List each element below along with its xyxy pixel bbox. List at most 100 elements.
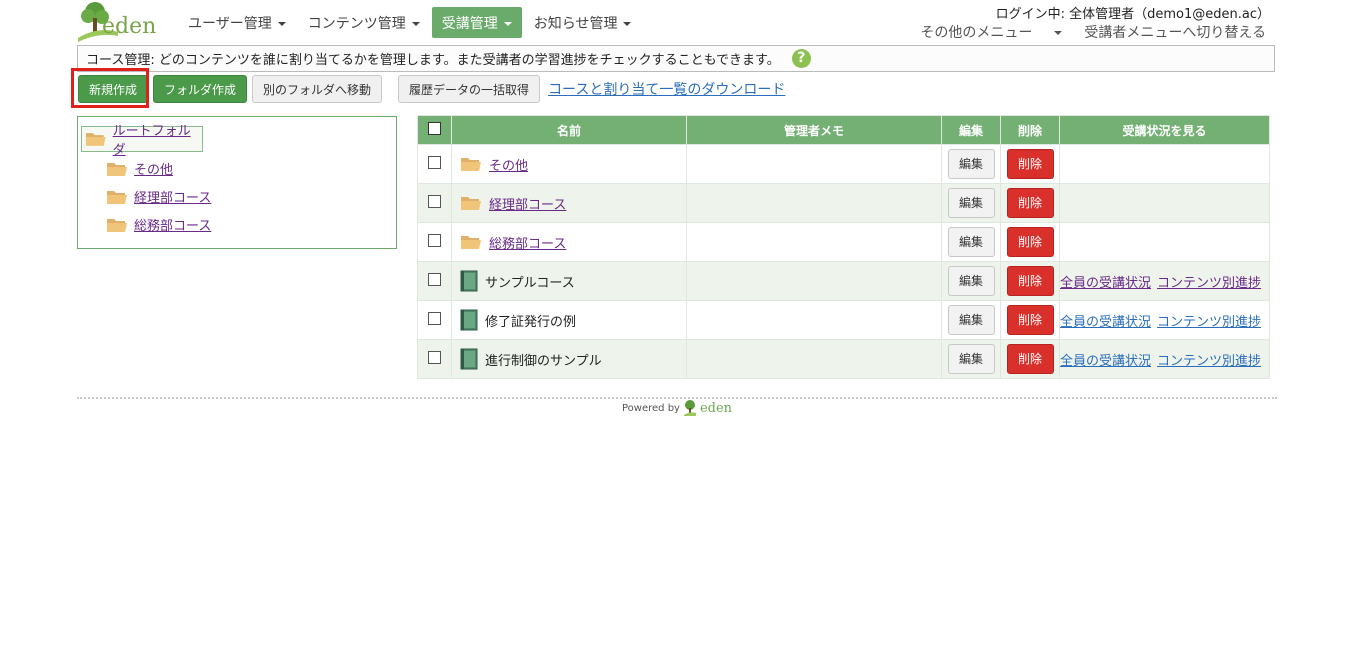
header-right-links: その他のメニュー 受講者メニューへ切り替える [876,22,1266,42]
row-checkbox[interactable] [428,194,441,208]
select-all-checkbox[interactable] [428,122,441,135]
table-header-row: 名前 管理者メモ 編集 削除 受講状況を見る [417,115,1270,145]
course-name: 進行制御のサンプル [485,353,602,369]
description-text: コース管理: どのコンテンツを誰に割り当てるかを管理します。また受講者の学習進捗… [86,53,780,68]
delete-button[interactable]: 削除 [1006,344,1054,374]
status-cell [1059,144,1270,184]
download-course-list-link[interactable]: コースと割り当て一覧のダウンロード [548,79,785,99]
content-progress-link[interactable]: コンテンツ別進捗 [1157,276,1261,291]
all-status-link[interactable]: 全員の受講状況 [1060,354,1151,369]
table-row: 進行制御のサンプル 編集 削除 全員の受講状況 コンテンツ別進捗 [417,339,1270,379]
folder-icon [107,218,127,232]
nav-label: お知らせ管理 [533,15,618,32]
help-icon[interactable]: ? [791,49,811,68]
switch-to-learner-menu[interactable]: 受講者メニューへ切り替える [1084,22,1266,42]
edit-cell: 編集 [941,183,1001,223]
delete-button[interactable]: 削除 [1006,266,1054,296]
other-menu-dropdown[interactable]: その他のメニュー [898,22,1063,42]
page-description: コース管理: どのコンテンツを誰に割り当てるかを管理します。また受講者の学習進捗… [77,45,1275,72]
content-progress-link[interactable]: コンテンツ別進捗 [1157,354,1261,369]
all-status-link[interactable]: 全員の受講状況 [1060,315,1151,330]
status-cell [1059,183,1270,223]
table-row: 修了証発行の例 編集 削除 全員の受講状況 コンテンツ別進捗 [417,300,1270,340]
row-select-cell [417,261,452,301]
edit-button[interactable]: 編集 [947,188,995,218]
delete-cell: 削除 [1000,183,1060,223]
status-cell: 全員の受講状況 コンテンツ別進捗 [1059,261,1270,301]
table-row: サンプルコース 編集 削除 全員の受講状況 コンテンツ別進捗 [417,261,1270,301]
row-checkbox[interactable] [428,350,441,364]
move-to-folder-button[interactable]: 別のフォルダへ移動 [252,75,383,103]
folder-tree: ルートフォルダ その他 経理部コース 総務部コース [77,116,397,249]
footer-divider [77,397,1277,399]
folder-icon [461,158,481,171]
row-select-cell [417,339,452,379]
edit-button[interactable]: 編集 [947,149,995,179]
folder-link[interactable]: 経理部コース [489,194,566,213]
delete-button[interactable]: 削除 [1006,188,1054,218]
content-progress-link[interactable]: コンテンツ別進捗 [1157,315,1261,330]
table-row: 経理部コース 編集 削除 [417,183,1270,223]
delete-button[interactable]: 削除 [1006,305,1054,335]
tree-item-label[interactable]: 総務部コース [134,215,211,234]
edit-button[interactable]: 編集 [947,344,995,374]
row-select-cell [417,183,452,223]
edit-button[interactable]: 編集 [947,266,995,296]
tree-item-label[interactable]: その他 [134,159,173,178]
footer-logo-text: eden [699,400,733,416]
tree-root-folder[interactable]: ルートフォルダ [81,124,203,158]
new-create-button[interactable]: 新規作成 [78,75,149,103]
tree-item-other[interactable]: その他 [106,159,173,178]
row-checkbox[interactable] [428,155,441,169]
edit-cell: 編集 [941,261,1001,301]
tree-item-label[interactable]: 経理部コース [134,187,211,206]
folder-link[interactable]: 総務部コース [489,233,566,252]
tree-root-label[interactable]: ルートフォルダ [113,120,202,158]
delete-button[interactable]: 削除 [1006,149,1054,179]
nav-label: コンテンツ管理 [307,15,406,32]
folder-icon [107,162,127,176]
folder-link[interactable]: その他 [489,155,528,174]
create-folder-button[interactable]: フォルダ作成 [153,75,248,103]
course-book-icon [460,309,478,331]
delete-cell: 削除 [1000,222,1060,262]
memo-cell [686,183,942,223]
course-name: 修了証発行の例 [485,314,577,330]
delete-button[interactable]: 削除 [1006,227,1054,257]
status-header: 受講状況を見る [1059,115,1270,145]
row-checkbox[interactable] [428,272,441,286]
row-checkbox[interactable] [428,311,441,325]
memo-cell [686,339,942,379]
row-select-cell [417,144,452,184]
nav-notice-management[interactable]: お知らせ管理 [524,7,642,38]
nav-user-management[interactable]: ユーザー管理 [178,7,296,38]
nav-content-management[interactable]: コンテンツ管理 [298,7,430,38]
course-book-icon [460,270,478,292]
login-info: ログイン中: 全体管理者（demo1@eden.ac） [995,7,1270,22]
tree-item-accounting[interactable]: 経理部コース [106,187,211,206]
table-row: 総務部コース 編集 削除 [417,222,1270,262]
eden-logo[interactable]: eden [78,0,170,42]
bulk-history-button[interactable]: 履歴データの一括取得 [398,75,541,103]
other-menu-label: その他のメニュー [920,25,1033,41]
edit-button[interactable]: 編集 [947,305,995,335]
edit-cell: 編集 [941,300,1001,340]
edit-cell: 編集 [941,339,1001,379]
folder-icon [461,197,481,210]
row-checkbox[interactable] [428,233,441,247]
delete-cell: 削除 [1000,261,1060,301]
tree-item-general-affairs[interactable]: 総務部コース [106,215,211,234]
caret-down-icon [503,21,512,26]
main-nav: ユーザー管理 コンテンツ管理 受講管理 お知らせ管理 [178,7,643,38]
course-book-icon [460,348,478,370]
powered-by-text: Powered by [622,402,680,414]
name-cell: その他 [451,144,687,184]
all-status-link[interactable]: 全員の受講状況 [1060,276,1151,291]
edit-button[interactable]: 編集 [947,227,995,257]
select-all-header [417,115,452,145]
name-cell: 総務部コース [451,222,687,262]
memo-cell [686,222,942,262]
delete-cell: 削除 [1000,144,1060,184]
nav-course-management[interactable]: 受講管理 [431,7,522,38]
folder-icon [107,190,127,204]
